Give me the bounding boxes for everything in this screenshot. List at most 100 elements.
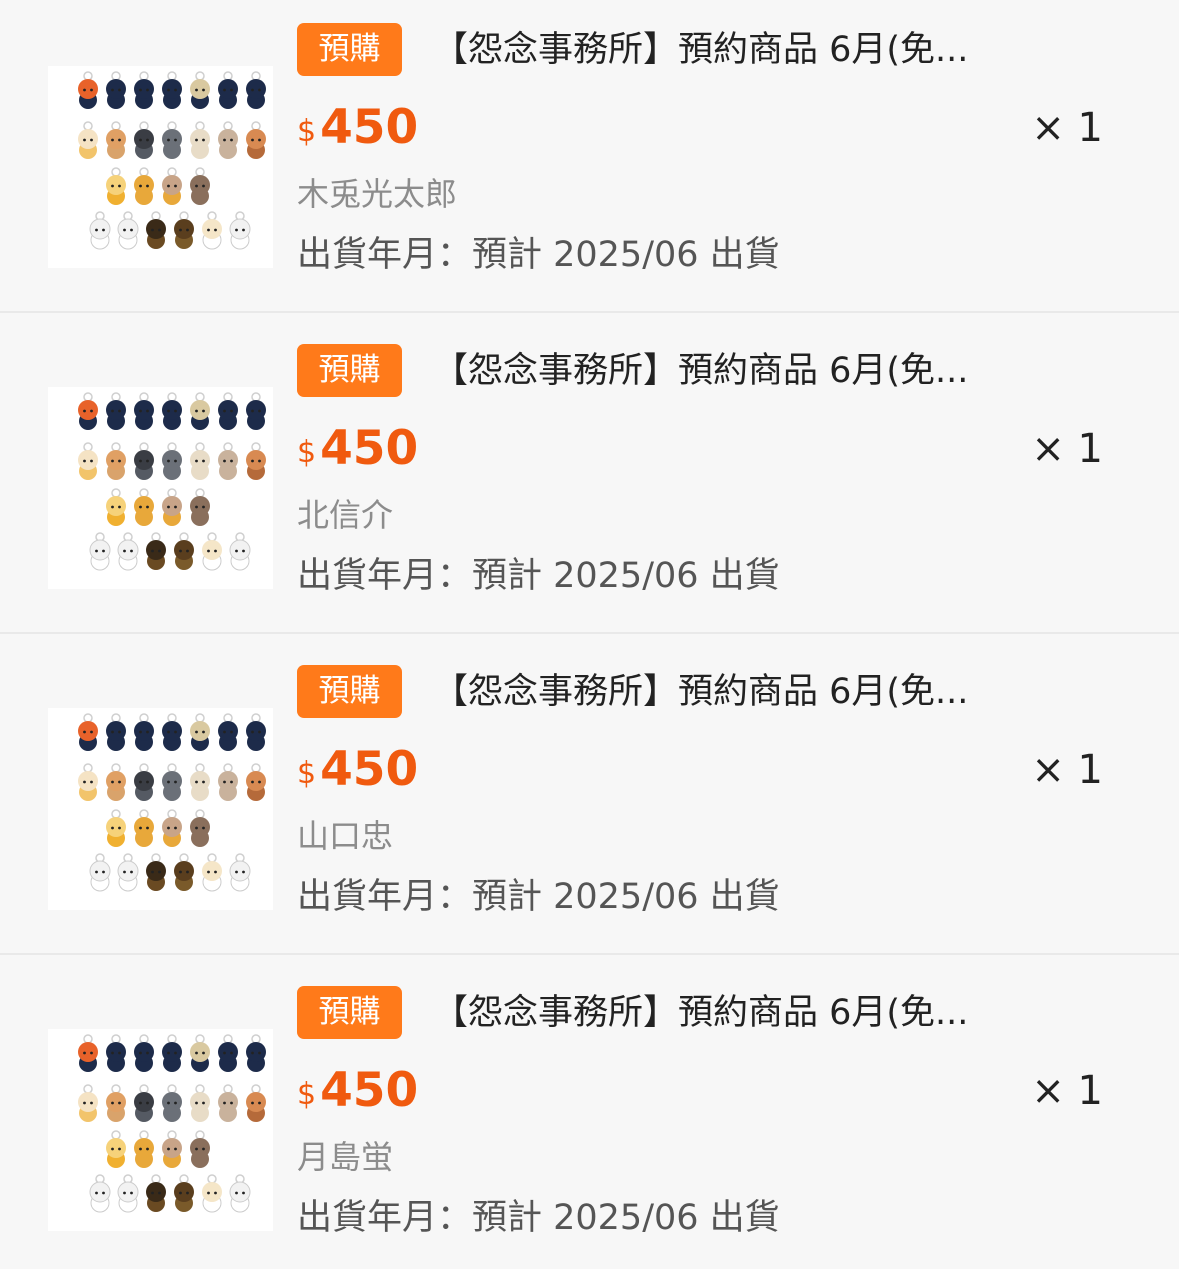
shipping-date: 出貨年月：預計 2025/06 出貨 bbox=[297, 1198, 780, 1238]
product-price: $450 bbox=[297, 740, 418, 800]
plush-character bbox=[106, 121, 126, 159]
plush-character bbox=[78, 1084, 98, 1122]
plush-character bbox=[134, 71, 154, 109]
plush-character bbox=[202, 532, 222, 571]
shipping-date: 出貨年月：預計 2025/06 出貨 bbox=[297, 877, 780, 917]
plush-character bbox=[78, 442, 98, 480]
product-thumbnail[interactable] bbox=[48, 708, 273, 910]
plush-character bbox=[162, 121, 182, 159]
plush-character bbox=[218, 121, 238, 159]
product-thumbnail[interactable] bbox=[48, 1029, 273, 1231]
plush-character bbox=[89, 532, 111, 571]
plush-character bbox=[134, 167, 154, 205]
plush-character bbox=[229, 211, 251, 250]
plush-character bbox=[146, 532, 166, 570]
plush-character bbox=[174, 211, 194, 249]
plush-character bbox=[117, 1174, 139, 1213]
currency-symbol: $ bbox=[297, 1077, 317, 1112]
plush-character bbox=[134, 121, 154, 159]
plush-character bbox=[162, 71, 182, 109]
plush-character bbox=[174, 853, 194, 891]
plush-character bbox=[218, 763, 238, 801]
plush-character bbox=[190, 121, 210, 159]
plush-character bbox=[106, 442, 126, 480]
order-item[interactable]: 預購 【怨念事務所】預約商品 6月(免... $450 × 1 北信介 出貨年月… bbox=[0, 313, 1179, 626]
order-item[interactable]: 預購 【怨念事務所】預約商品 6月(免... $450 × 1 月島蛍 出貨年月… bbox=[0, 955, 1179, 1268]
plush-character bbox=[218, 713, 238, 751]
price-amount: 450 bbox=[320, 1063, 419, 1118]
plush-character bbox=[218, 1084, 238, 1122]
plush-character bbox=[218, 442, 238, 480]
plush-character bbox=[78, 121, 98, 159]
plush-character bbox=[89, 853, 111, 892]
plush-character bbox=[246, 442, 266, 480]
variant-name: 北信介 bbox=[297, 496, 394, 534]
plush-character bbox=[106, 71, 126, 109]
product-title[interactable]: 【怨念事務所】預約商品 6月(免... bbox=[433, 345, 1053, 397]
order-item[interactable]: 預購 【怨念事務所】預約商品 6月(免... $450 × 1 木兎光太郎 出貨… bbox=[0, 0, 1179, 313]
product-thumbnail[interactable] bbox=[48, 66, 273, 268]
plush-character bbox=[134, 488, 154, 526]
plush-character bbox=[78, 763, 98, 801]
plush-character bbox=[146, 853, 166, 891]
plush-character bbox=[190, 167, 210, 205]
plush-character bbox=[190, 1084, 210, 1122]
order-item[interactable]: 預購 【怨念事務所】預約商品 6月(免... $450 × 1 山口忠 出貨年月… bbox=[0, 634, 1179, 947]
plush-character bbox=[229, 532, 251, 571]
plush-character bbox=[117, 211, 139, 250]
plush-character bbox=[246, 713, 266, 751]
plush-character bbox=[106, 763, 126, 801]
plush-character bbox=[174, 532, 194, 570]
variant-name: 木兎光太郎 bbox=[297, 175, 458, 213]
plush-character bbox=[106, 488, 126, 526]
quantity-label: × 1 bbox=[1031, 747, 1103, 793]
currency-symbol: $ bbox=[297, 114, 317, 149]
plush-grid-illustration bbox=[78, 392, 266, 571]
quantity-label: × 1 bbox=[1031, 105, 1103, 151]
plush-character bbox=[246, 71, 266, 109]
plush-character bbox=[174, 1174, 194, 1212]
plush-character bbox=[162, 809, 182, 847]
product-price: $450 bbox=[297, 98, 418, 158]
plush-character bbox=[202, 211, 222, 250]
shipping-date: 出貨年月：預計 2025/06 出貨 bbox=[297, 235, 780, 275]
plush-character bbox=[190, 71, 210, 109]
plush-character bbox=[246, 392, 266, 430]
plush-character bbox=[106, 713, 126, 751]
plush-character bbox=[78, 71, 98, 109]
plush-character bbox=[134, 713, 154, 751]
plush-character bbox=[190, 763, 210, 801]
preorder-badge: 預購 bbox=[297, 665, 402, 718]
plush-character bbox=[162, 1084, 182, 1122]
plush-character bbox=[78, 392, 98, 430]
plush-character bbox=[229, 853, 251, 892]
plush-character bbox=[190, 1034, 210, 1072]
variant-name: 山口忠 bbox=[297, 817, 394, 855]
preorder-badge: 預購 bbox=[297, 986, 402, 1039]
plush-character bbox=[162, 1130, 182, 1168]
currency-symbol: $ bbox=[297, 435, 317, 470]
plush-character bbox=[78, 713, 98, 751]
plush-character bbox=[106, 809, 126, 847]
plush-character bbox=[190, 713, 210, 751]
plush-character bbox=[162, 167, 182, 205]
product-title[interactable]: 【怨念事務所】預約商品 6月(免... bbox=[433, 987, 1053, 1039]
plush-character bbox=[190, 488, 210, 526]
plush-character bbox=[246, 1034, 266, 1072]
plush-character bbox=[146, 1174, 166, 1212]
price-amount: 450 bbox=[320, 100, 419, 155]
product-title[interactable]: 【怨念事務所】預約商品 6月(免... bbox=[433, 666, 1053, 718]
product-thumbnail[interactable] bbox=[48, 387, 273, 589]
price-amount: 450 bbox=[320, 421, 419, 476]
plush-character bbox=[202, 1174, 222, 1213]
plush-character bbox=[106, 392, 126, 430]
product-price: $450 bbox=[297, 419, 418, 479]
plush-character bbox=[134, 392, 154, 430]
plush-grid-illustration bbox=[78, 71, 266, 250]
plush-grid-illustration bbox=[78, 713, 266, 892]
plush-character bbox=[106, 1130, 126, 1168]
product-title[interactable]: 【怨念事務所】預約商品 6月(免... bbox=[433, 24, 1053, 76]
plush-character bbox=[117, 853, 139, 892]
plush-character bbox=[229, 1174, 251, 1213]
plush-character bbox=[162, 392, 182, 430]
